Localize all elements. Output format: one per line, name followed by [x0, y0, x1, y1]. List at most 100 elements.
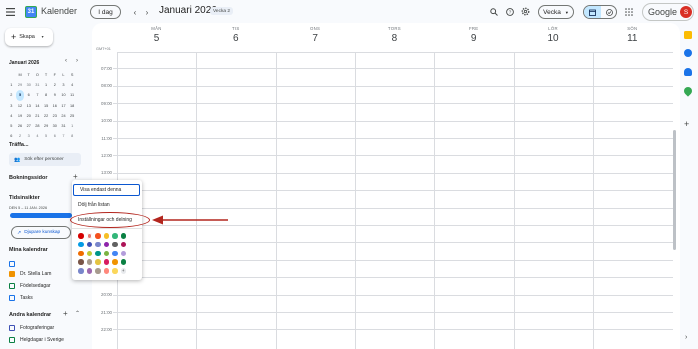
deeper-insights-button[interactable]: ↗ Djupare kunskap: [11, 226, 71, 239]
week-number[interactable]: 2: [7, 90, 16, 100]
color-swatch[interactable]: [103, 268, 109, 274]
next-week-icon[interactable]: ›: [142, 6, 152, 18]
add-other-calendar-icon[interactable]: +: [63, 309, 68, 318]
mini-day[interactable]: 2: [16, 131, 25, 141]
mini-day[interactable]: 30: [24, 80, 33, 90]
mini-day[interactable]: 13: [24, 101, 33, 111]
week-number[interactable]: 3: [7, 101, 16, 111]
mini-day[interactable]: 6: [24, 90, 33, 100]
mini-day[interactable]: 1: [68, 121, 77, 131]
mini-day[interactable]: 9: [50, 90, 59, 100]
color-swatch[interactable]: [120, 259, 126, 265]
color-swatch[interactable]: [103, 250, 109, 257]
color-swatch[interactable]: [95, 259, 101, 265]
day-header[interactable]: FRE 9: [434, 26, 513, 44]
day-header[interactable]: SÖN 11: [593, 26, 672, 44]
prev-week-icon[interactable]: ‹: [130, 6, 140, 18]
mini-day[interactable]: 23: [50, 111, 59, 121]
maps-icon[interactable]: [682, 85, 694, 97]
mini-day[interactable]: 14: [33, 101, 42, 111]
mini-day[interactable]: 24: [59, 111, 68, 121]
color-swatch[interactable]: [120, 241, 126, 248]
mini-day[interactable]: 31: [33, 80, 42, 90]
menu-show-only-this[interactable]: Visa endast denna: [73, 184, 140, 196]
tasks-icon[interactable]: [684, 49, 692, 57]
mini-day[interactable]: 29: [16, 80, 25, 90]
day-header[interactable]: TORS 8: [355, 26, 434, 44]
calendar-checkbox[interactable]: [9, 261, 15, 267]
tasks-view-icon[interactable]: [601, 6, 616, 18]
mini-day[interactable]: 30: [50, 121, 59, 131]
day-header[interactable]: LÖR 10: [514, 26, 593, 44]
color-swatch[interactable]: [103, 241, 109, 248]
mini-day[interactable]: 20: [24, 111, 33, 121]
mini-day[interactable]: 3: [59, 80, 68, 90]
color-swatch[interactable]: [86, 268, 92, 274]
mini-day[interactable]: 31: [59, 121, 68, 131]
collapse-icon[interactable]: ⌃: [75, 310, 80, 317]
color-swatch[interactable]: [78, 241, 84, 248]
day-header[interactable]: MÅN 5: [117, 26, 196, 44]
mini-next-icon[interactable]: ›: [76, 58, 78, 64]
color-swatch[interactable]: [120, 233, 126, 239]
color-swatch[interactable]: [86, 233, 92, 239]
day-header[interactable]: TIS 6: [196, 26, 275, 44]
mini-day[interactable]: 3: [24, 131, 33, 141]
mini-day[interactable]: 21: [33, 111, 42, 121]
keep-icon[interactable]: [684, 31, 692, 39]
settings-gear-icon[interactable]: [520, 6, 531, 17]
color-swatch[interactable]: [95, 241, 101, 248]
color-swatch[interactable]: [95, 250, 101, 257]
color-swatch[interactable]: [86, 259, 92, 265]
mini-day[interactable]: 8: [68, 131, 77, 141]
mini-day[interactable]: 5: [42, 131, 51, 141]
mini-day[interactable]: 19: [16, 111, 25, 121]
calendar-checkbox[interactable]: [9, 337, 15, 343]
mini-day[interactable]: 2: [50, 80, 59, 90]
view-selector[interactable]: Vecka ▼: [538, 5, 574, 19]
calendar-checkbox[interactable]: [9, 295, 15, 301]
mini-day[interactable]: 5: [15, 90, 25, 101]
color-swatch[interactable]: [103, 233, 109, 239]
calendar-view-icon[interactable]: [584, 6, 601, 18]
mini-day[interactable]: 17: [59, 101, 68, 111]
expand-panel-icon[interactable]: ›: [685, 334, 687, 341]
week-number[interactable]: 4: [7, 111, 16, 121]
custom-color-plus-icon[interactable]: +: [120, 268, 126, 274]
mini-day[interactable]: 7: [59, 131, 68, 141]
week-number[interactable]: 5: [7, 121, 16, 131]
search-icon[interactable]: [488, 6, 499, 17]
day-header[interactable]: ONS 7: [276, 26, 355, 44]
color-swatch[interactable]: [112, 259, 118, 265]
color-swatch[interactable]: [86, 250, 92, 257]
color-swatch[interactable]: [78, 250, 84, 257]
mini-day[interactable]: 29: [42, 121, 51, 131]
mini-day[interactable]: 26: [16, 121, 25, 131]
color-swatch[interactable]: [78, 259, 84, 265]
menu-hide-from-list[interactable]: Dölj från listan: [72, 199, 142, 211]
create-button[interactable]: + Skapa ▼: [5, 28, 53, 46]
color-swatch[interactable]: [78, 268, 84, 274]
mini-day[interactable]: 1: [42, 80, 51, 90]
mini-day[interactable]: 16: [50, 101, 59, 111]
search-people-input[interactable]: 👥 Sök efter personer: [9, 153, 81, 166]
mini-day[interactable]: 11: [68, 90, 77, 100]
today-button[interactable]: I dag: [90, 5, 121, 19]
mini-day[interactable]: 22: [42, 111, 51, 121]
calendar-checkbox[interactable]: [9, 271, 15, 277]
mini-day[interactable]: 10: [59, 90, 68, 100]
mini-day[interactable]: 7: [33, 90, 42, 100]
apps-grid-icon[interactable]: [623, 6, 634, 17]
calendar-checkbox[interactable]: [9, 325, 15, 331]
mini-day[interactable]: 4: [33, 131, 42, 141]
mini-day[interactable]: 27: [24, 121, 33, 131]
mini-day[interactable]: 28: [33, 121, 42, 131]
color-swatch[interactable]: [95, 233, 101, 239]
google-account-chip[interactable]: Google S: [642, 3, 694, 21]
contacts-icon[interactable]: [684, 68, 692, 76]
week-number[interactable]: 1: [7, 80, 16, 90]
mini-day[interactable]: 18: [68, 101, 77, 111]
color-swatch[interactable]: [86, 241, 92, 248]
color-swatch[interactable]: [112, 268, 118, 274]
calendar-checkbox[interactable]: [9, 283, 15, 289]
